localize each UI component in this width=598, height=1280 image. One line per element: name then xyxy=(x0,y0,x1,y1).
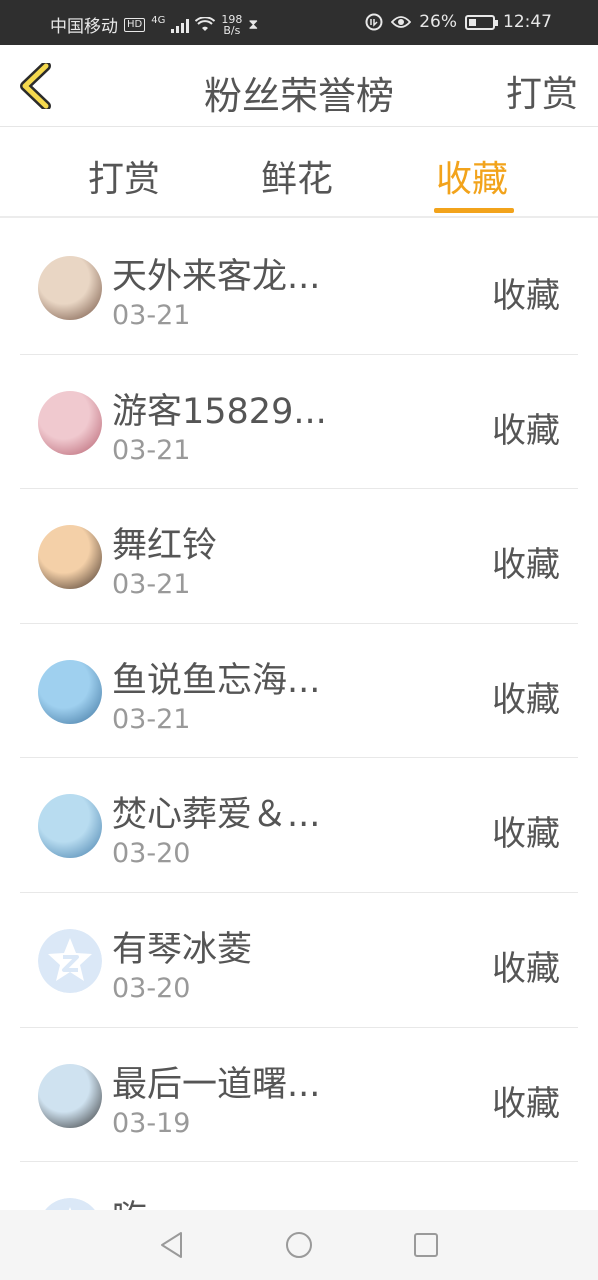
network-type: 4G xyxy=(151,15,166,26)
back-triangle-icon[interactable] xyxy=(157,1230,187,1260)
list-item-name: 游客15829... xyxy=(112,391,327,432)
status-right: 26% 12:47 xyxy=(365,12,552,32)
list-item[interactable]: 舞红铃 03-21 收藏 xyxy=(20,489,578,624)
default-star-avatar[interactable] xyxy=(38,928,102,993)
navigation-bar xyxy=(0,1210,598,1280)
girl-pink-avatar[interactable] xyxy=(38,390,102,455)
list-item-date: 03-20 xyxy=(112,972,191,1004)
tab-flowers[interactable]: 鲜花 xyxy=(261,150,333,202)
list-item-type: 收藏 xyxy=(492,679,560,720)
network-speed: 198 B/s xyxy=(221,14,242,36)
list-item-type: 收藏 xyxy=(492,545,560,586)
signal-icon xyxy=(171,17,190,33)
header: 粉丝荣誉榜 打赏 xyxy=(0,45,598,127)
tab-favorites[interactable]: 收藏 xyxy=(436,150,508,202)
list-item-type: 收藏 xyxy=(492,814,560,855)
tab-reward[interactable]: 打赏 xyxy=(88,150,160,202)
list-item[interactable]: 最后一道曙... 03-19 收藏 xyxy=(20,1028,578,1163)
blue-art-avatar[interactable] xyxy=(38,794,102,859)
speed-unit: B/s xyxy=(223,23,241,37)
battery-percent: 26% xyxy=(419,12,457,32)
anime-boy-avatar[interactable] xyxy=(38,256,102,320)
list-item-name: 舞红铃 xyxy=(112,526,218,567)
list-item[interactable]: 鱼说鱼忘海... 03-21 收藏 xyxy=(20,624,578,759)
fan-list: 天外来客龙... 03-21 收藏 游客15829... 03-21 收藏 舞红铃 03-21… xyxy=(0,220,598,1280)
list-item-date: 03-21 xyxy=(112,703,191,735)
list-item[interactable]: 焚心葬爱＆... 03-20 收藏 xyxy=(20,758,578,893)
ocean-avatar[interactable] xyxy=(38,659,102,724)
list-item-name: 有琴冰菱 xyxy=(112,929,253,970)
status-left: 中国移动 HD 4G 198 B/s ⧗ xyxy=(50,12,259,38)
tab-bar: 打赏 鲜花 收藏 xyxy=(0,128,598,218)
clock: 12:47 xyxy=(503,12,552,32)
recents-square-icon[interactable] xyxy=(411,1230,441,1260)
list-item-name: 焚心葬爱＆... xyxy=(112,795,321,836)
list-item-date: 03-20 xyxy=(112,838,191,870)
data-saver-icon xyxy=(365,13,383,31)
anime-girls-avatar[interactable] xyxy=(38,525,102,590)
list-item-type: 收藏 xyxy=(492,276,560,316)
list-item-type: 收藏 xyxy=(492,410,560,451)
carrier-name: 中国移动 xyxy=(50,17,118,37)
list-item[interactable]: 有琴冰菱 03-20 收藏 xyxy=(20,893,578,1028)
hd-icon: HD xyxy=(124,17,146,32)
home-circle-icon[interactable] xyxy=(284,1230,314,1260)
list-item-type: 收藏 xyxy=(492,948,560,989)
list-item-date: 03-19 xyxy=(112,1107,191,1139)
list-item-date: 03-21 xyxy=(112,434,191,466)
list-item-type: 收藏 xyxy=(492,1083,560,1124)
list-item-date: 03-21 xyxy=(112,300,191,331)
reward-button[interactable]: 打赏 xyxy=(506,65,578,117)
list-item[interactable]: 游客15829... 03-21 收藏 xyxy=(20,355,578,490)
list-item[interactable]: 天外来客龙... 03-21 收藏 xyxy=(20,220,578,355)
list-item-name: 最后一道曙... xyxy=(112,1064,321,1105)
battery-icon xyxy=(465,14,498,30)
status-bar: 中国移动 HD 4G 198 B/s ⧗ 26% 12:47 xyxy=(0,0,598,45)
eye-icon xyxy=(391,16,412,28)
list-item-name: 天外来客龙... xyxy=(112,257,321,297)
list-item-date: 03-21 xyxy=(112,569,191,601)
active-tab-indicator xyxy=(434,208,514,213)
hourglass-icon: ⧗ xyxy=(248,16,259,33)
woman-photo-avatar[interactable] xyxy=(38,1063,102,1128)
wifi-icon xyxy=(195,16,216,31)
list-item-name: 鱼说鱼忘海... xyxy=(112,660,321,701)
